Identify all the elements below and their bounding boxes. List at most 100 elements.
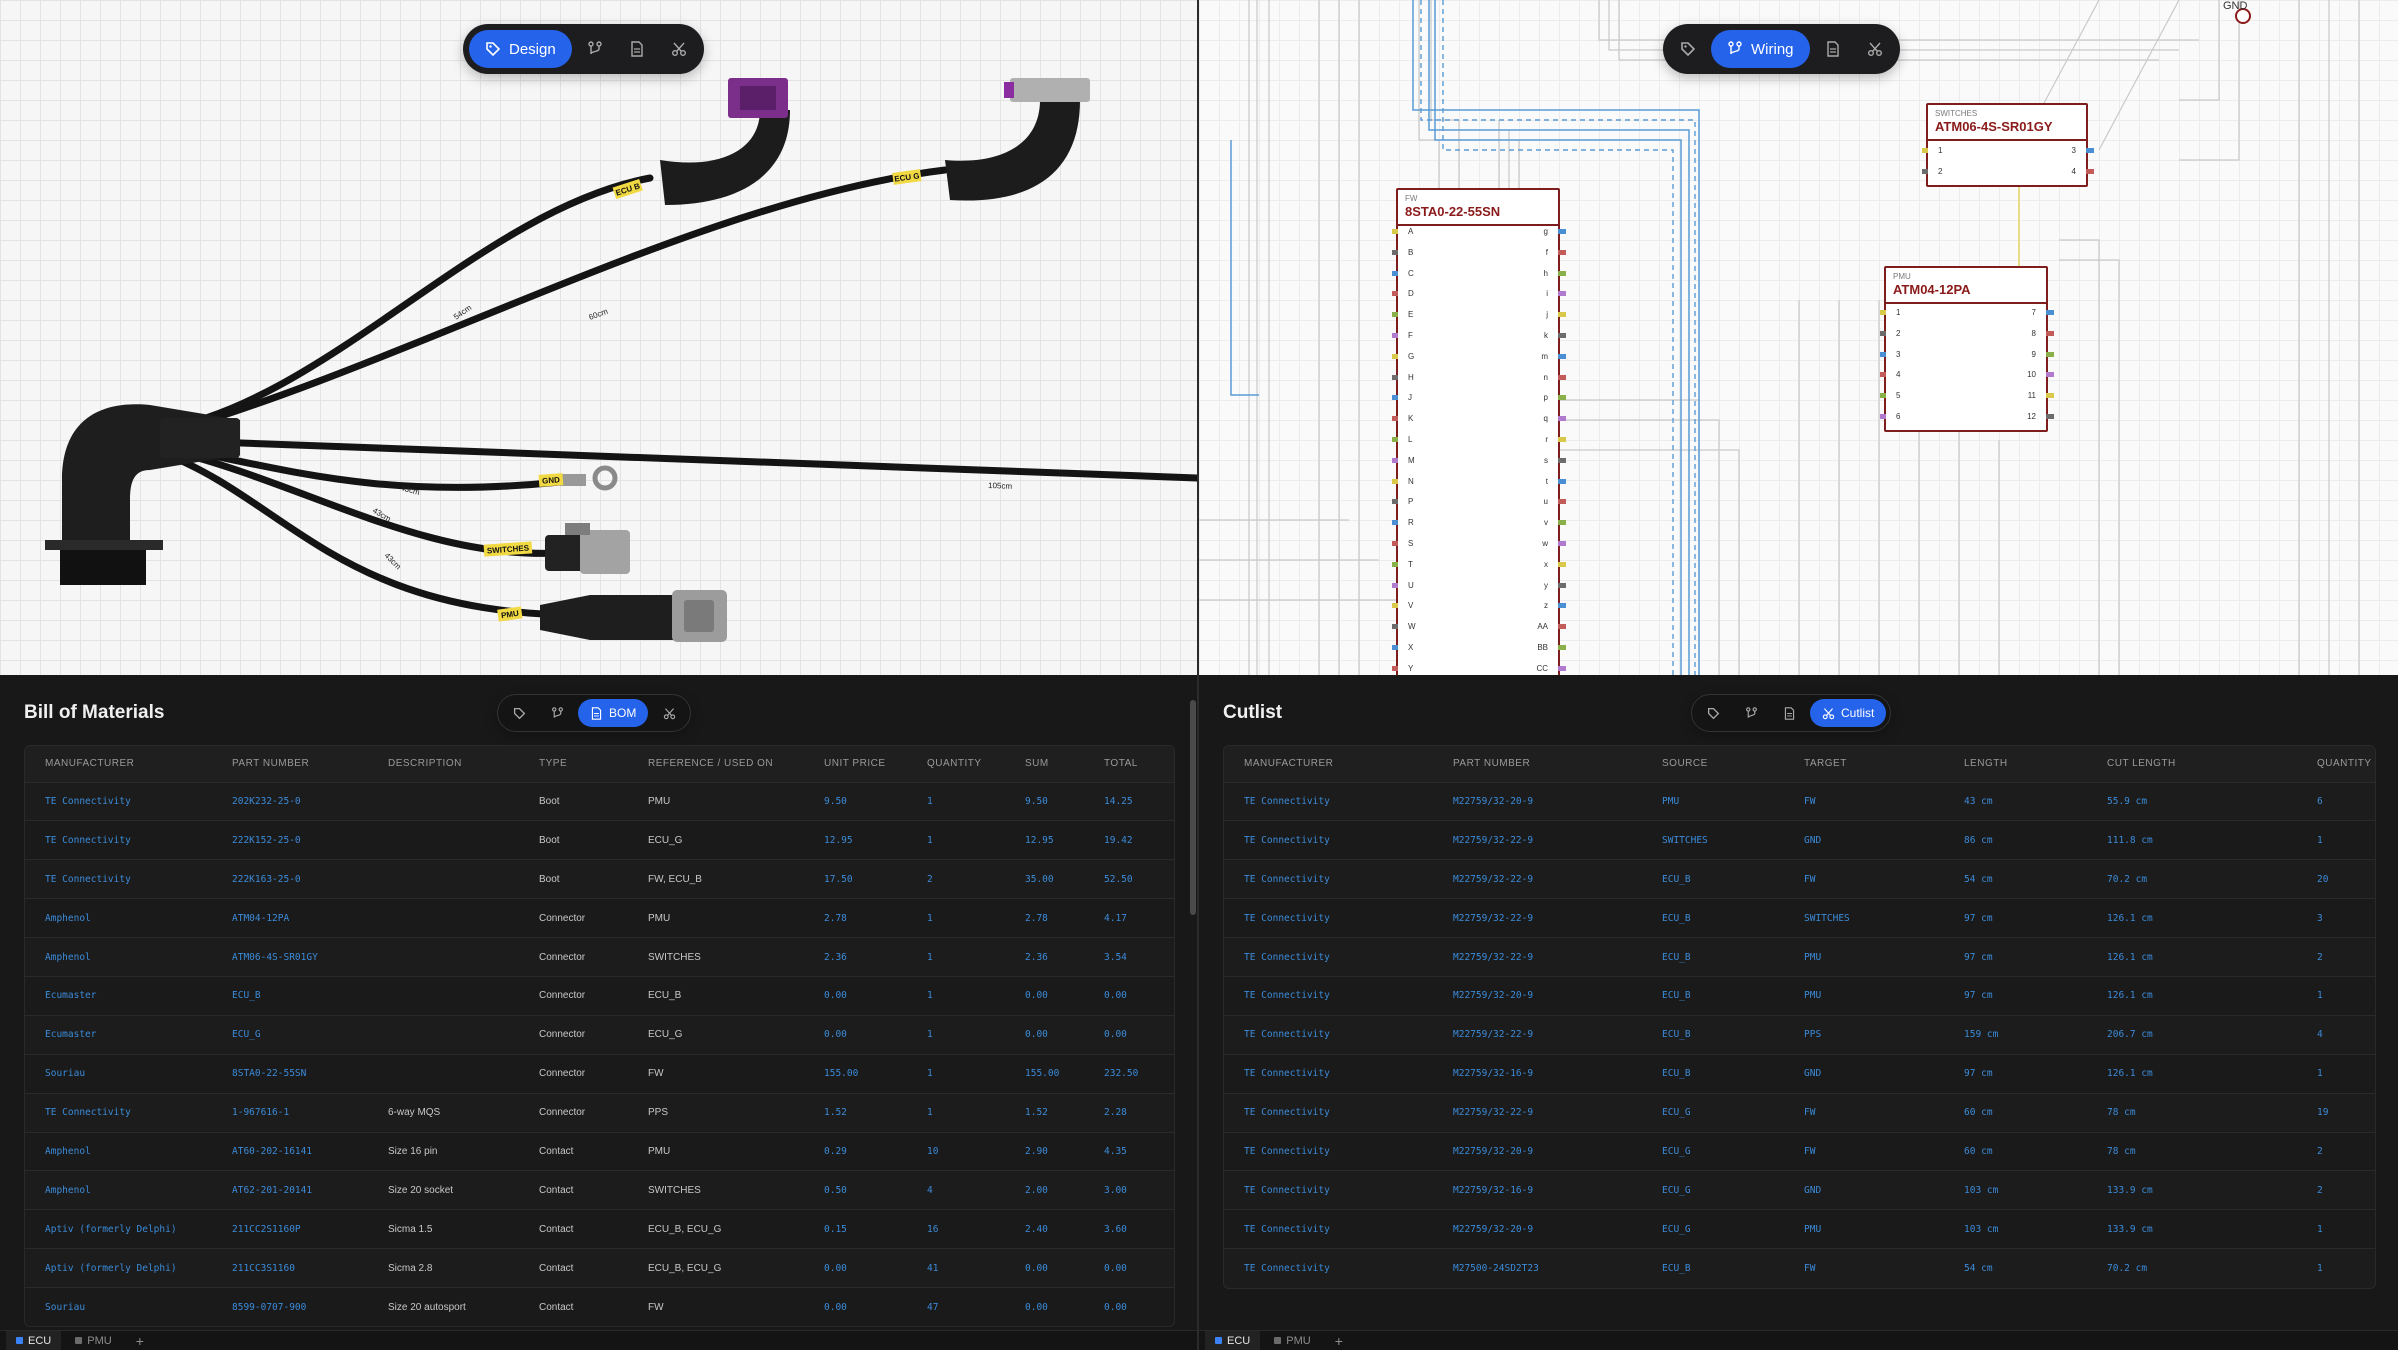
pin-label[interactable]: u [1544, 497, 1548, 506]
cutlist-column-header[interactable]: CUT LENGTH [2087, 746, 2297, 782]
tab-ecu-left[interactable]: ECU [6, 1330, 62, 1350]
bom-column-header[interactable]: TYPE [519, 746, 628, 782]
bom-column-header[interactable]: QUANTITY [907, 746, 1005, 782]
pin-label[interactable]: i [1546, 289, 1548, 298]
pin-label[interactable]: R [1408, 518, 1414, 527]
bom-tab-button[interactable]: BOM [578, 699, 649, 727]
table-row[interactable]: Amphenol AT62-201-20141 Size 20 socket Cont… [25, 1170, 1174, 1210]
add-tab-button[interactable]: + [1325, 1333, 1353, 1349]
pin-label[interactable]: 10 [2027, 370, 2036, 379]
table-row[interactable]: TE Connectivity M22759/32-20-9 PMU FW 43 cm 5… [1224, 781, 2375, 821]
cutlist-column-header[interactable]: SOURCE [1642, 746, 1784, 782]
table-row[interactable]: TE Connectivity M22759/32-20-9 ECU_G FW 60 c… [1224, 1131, 2375, 1171]
pin-label[interactable]: g [1544, 227, 1548, 236]
cutlist-tab-button[interactable] [1856, 30, 1894, 68]
pin-label[interactable]: D [1408, 289, 1414, 298]
pin-label[interactable]: r [1545, 435, 1548, 444]
add-tab-button[interactable]: + [126, 1333, 154, 1349]
pin-label[interactable]: C [1408, 269, 1414, 278]
pane-divider[interactable] [1197, 0, 1199, 1350]
pin-label[interactable]: X [1408, 643, 1413, 652]
pin-label[interactable]: A [1408, 227, 1413, 236]
table-row[interactable]: TE Connectivity M22759/32-16-9 ECU_B GND 97 … [1224, 1053, 2375, 1094]
pin-label[interactable]: 9 [2032, 350, 2036, 359]
pin-label[interactable]: AA [1537, 622, 1548, 631]
table-row[interactable]: TE Connectivity M22759/32-22-9 ECU_B PPS 159… [1224, 1014, 2375, 1055]
bom-column-header[interactable]: SUM [1005, 746, 1084, 782]
table-row[interactable]: TE Connectivity M22759/32-20-9 ECU_G PMU 103… [1224, 1209, 2375, 1249]
table-row[interactable]: TE Connectivity M22759/32-22-9 ECU_B PMU 97 … [1224, 937, 2375, 977]
pin-label[interactable]: CC [1536, 664, 1548, 673]
table-row[interactable]: TE Connectivity M22759/32-22-9 SWITCHES GND… [1224, 820, 2375, 860]
pin-label[interactable]: B [1408, 248, 1413, 257]
bom-column-header[interactable]: UNIT PRICE [804, 746, 907, 782]
bom-tab-button[interactable] [1772, 699, 1806, 727]
pin-label[interactable]: w [1542, 539, 1548, 548]
pin-label[interactable]: x [1544, 560, 1548, 569]
wiring-tab-button[interactable] [540, 699, 574, 727]
table-row[interactable]: TE Connectivity 1-967616-1 6-way MQS Connec… [25, 1092, 1174, 1133]
table-row[interactable]: Souriau 8599-0707-900 Size 20 autosport Con… [25, 1287, 1174, 1327]
pin-label[interactable]: f [1546, 248, 1548, 257]
pin-label[interactable]: J [1408, 393, 1412, 402]
table-row[interactable]: TE Connectivity M27500-24SD2T23 ECU_B FW 54 … [1224, 1248, 2375, 1288]
pin-label[interactable]: E [1408, 310, 1413, 319]
design-tab-button[interactable] [1669, 30, 1707, 68]
tab-pmu-right[interactable]: PMU [1264, 1331, 1320, 1350]
pin-label[interactable]: 5 [1896, 391, 1900, 400]
pin-label[interactable]: j [1546, 310, 1548, 319]
bom-tab-button[interactable] [1814, 30, 1852, 68]
switches-component[interactable]: SWITCHES ATM06-4S-SR01GY 1234 [1922, 103, 2094, 187]
wiring-tab-button[interactable] [576, 30, 614, 68]
pin-label[interactable]: 1 [1896, 308, 1900, 317]
design-tab-button[interactable] [502, 699, 536, 727]
pin-label[interactable]: U [1408, 581, 1414, 590]
pin-label[interactable]: 6 [1896, 412, 1900, 421]
pmu-component[interactable]: PMU ATM04-12PA 1 2 3 4 5 6 7 8 9 10 11 12 [1880, 266, 2054, 432]
wiring-tab-button[interactable] [1734, 699, 1768, 727]
pin-label[interactable]: G [1408, 352, 1414, 361]
table-row[interactable]: TE Connectivity M22759/32-22-9 ECU_B SWITCH… [1224, 898, 2375, 938]
design-tab-button[interactable]: Design [469, 30, 572, 68]
pin-label[interactable]: 2 [1938, 167, 1942, 176]
bom-column-header[interactable]: DESCRIPTION [368, 746, 519, 782]
table-row[interactable]: Aptiv (formerly Delphi) 211CC3S1160 Sicma … [25, 1248, 1174, 1288]
table-row[interactable]: TE Connectivity 222K152-25-0 Boot ECU_G 12.9… [25, 820, 1174, 860]
design-tab-button[interactable] [1696, 699, 1730, 727]
pin-label[interactable]: W [1408, 622, 1416, 631]
pin-label[interactable]: 4 [1896, 370, 1900, 379]
tab-ecu-right[interactable]: ECU [1205, 1330, 1261, 1350]
pin-label[interactable]: T [1408, 560, 1413, 569]
bom-column-header[interactable]: PART NUMBER [212, 746, 368, 782]
table-row[interactable]: TE Connectivity M22759/32-20-9 ECU_B PMU 97 … [1224, 975, 2375, 1016]
bom-tab-button[interactable] [618, 30, 656, 68]
pin-label[interactable]: z [1544, 601, 1548, 610]
pin-label[interactable]: 12 [2027, 412, 2036, 421]
pin-label[interactable]: m [1541, 352, 1548, 361]
table-row[interactable]: TE Connectivity 222K163-25-0 Boot FW, ECU_B… [25, 859, 1174, 899]
table-row[interactable]: Aptiv (formerly Delphi) 211CC2S1160P Sicma… [25, 1209, 1174, 1249]
pin-label[interactable]: 3 [1896, 350, 1900, 359]
pin-label[interactable]: V [1408, 601, 1413, 610]
cutlist-tab-button[interactable]: Cutlist [1810, 699, 1887, 727]
pin-label[interactable]: 7 [2032, 308, 2036, 317]
pin-label[interactable]: H [1408, 373, 1414, 382]
table-row[interactable]: TE Connectivity M22759/32-16-9 ECU_G GND 103… [1224, 1170, 2375, 1210]
pin-label[interactable]: Y [1408, 664, 1413, 673]
pin-label[interactable]: s [1544, 456, 1548, 465]
design-canvas[interactable]: ECU B ECU G GND SWITCHES PMU 54cm 60cm 4… [0, 0, 1197, 675]
table-row[interactable]: Souriau 8STA0-22-55SN Connector FW 155.00 1 15… [25, 1053, 1174, 1094]
pin-label[interactable]: M [1408, 456, 1415, 465]
fw-component[interactable]: FW 8STA0-22-55SN ABCDEFGHJKLMNPRSTUVWXYg… [1392, 188, 1566, 675]
table-row[interactable]: Amphenol AT60-202-16141 Size 16 pin Contact… [25, 1131, 1174, 1171]
table-row[interactable]: TE Connectivity M22759/32-22-9 ECU_B FW 54 c… [1224, 859, 2375, 899]
table-row[interactable]: TE Connectivity 202K232-25-0 Boot PMU 9.50 1 9… [25, 781, 1174, 821]
pin-label[interactable]: 2 [1896, 329, 1900, 338]
pin-label[interactable]: q [1544, 414, 1548, 423]
pin-label[interactable]: 3 [2072, 146, 2076, 155]
bom-scrollbar[interactable] [1190, 700, 1196, 915]
pin-label[interactable]: 11 [2028, 391, 2036, 400]
pin-label[interactable]: 4 [2072, 167, 2076, 176]
table-row[interactable]: Ecumaster ECU_G Connector ECU_G 0.00 1 0.00 0.0… [25, 1014, 1174, 1055]
pin-label[interactable]: S [1408, 539, 1413, 548]
